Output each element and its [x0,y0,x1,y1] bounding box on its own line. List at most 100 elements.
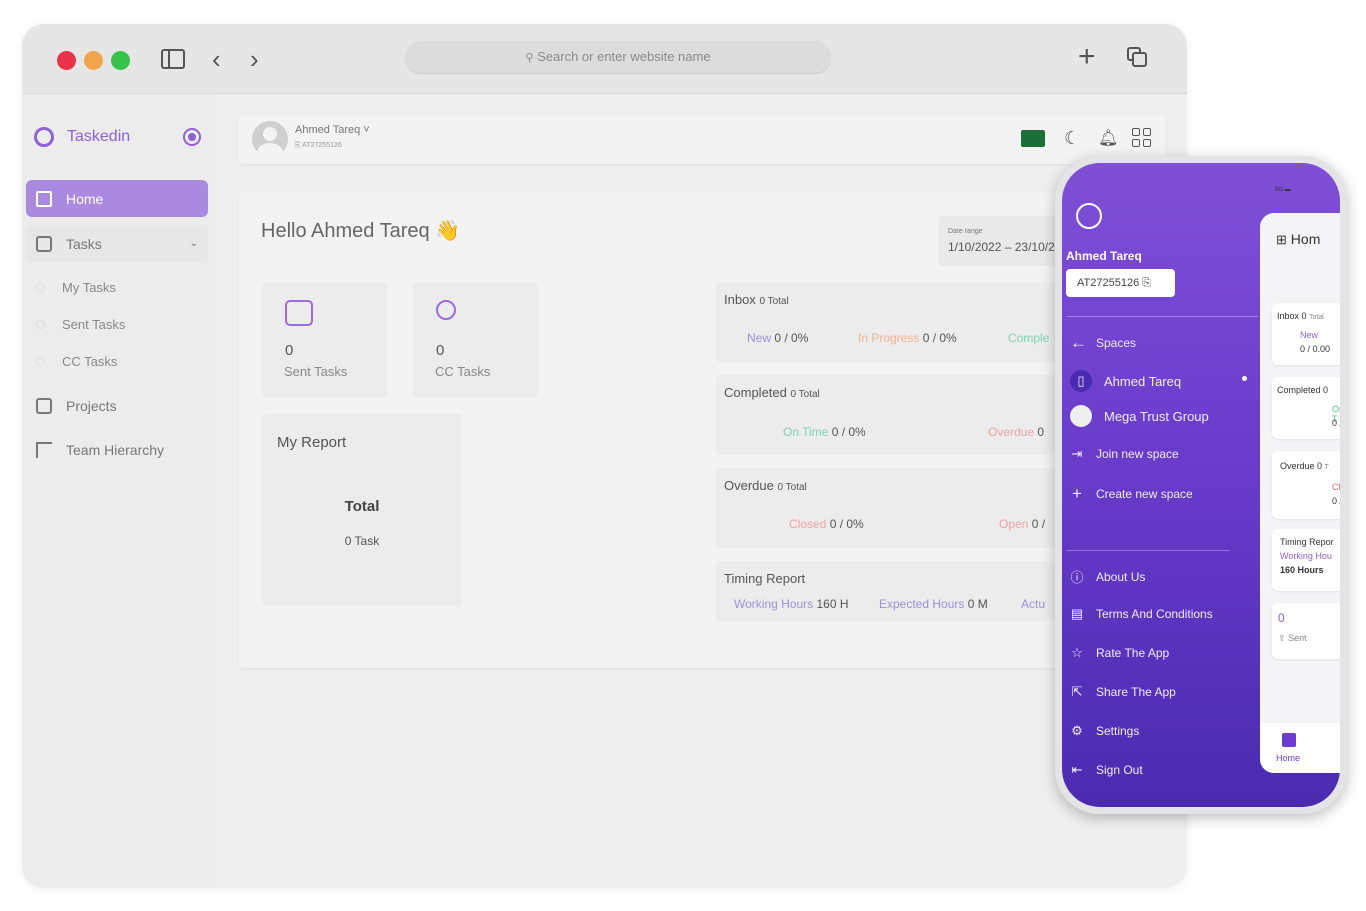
phone-home-panel: ⊞ Hom Inbox 0 Total New 0 / 0.00 Complet… [1260,213,1340,773]
cc-tasks-card[interactable]: 0 CC Tasks [413,282,538,398]
menu-settings[interactable]: ⚙ Settings [1070,723,1139,739]
copy-icon: ⎘ [1142,277,1152,289]
sidebar-subitem-label: CC Tasks [62,354,118,369]
sidebar-item-label: Tasks [66,235,102,252]
close-window-button[interactable] [57,51,76,70]
apps-grid-icon[interactable] [1132,128,1152,148]
cc-tasks-count: 0 [436,342,445,359]
menu-terms[interactable]: ▤ Terms And Conditions [1070,606,1213,622]
sidebar-subitem-my-tasks[interactable]: My Tasks [36,280,116,295]
collapse-sidebar-icon[interactable] [183,128,201,146]
create-space-button[interactable]: + Create new space [1070,484,1193,504]
document-icon: ▤ [1070,606,1084,621]
sent-tasks-label: Sent Tasks [284,364,348,379]
browser-toolbar: ‹ › ⚲ Search or enter website name + [22,24,1187,94]
phone-completed-card[interactable]: Completed 0 On T 0 / ( [1272,377,1340,439]
cc-tasks-label: CC Tasks [435,364,491,379]
sidebar-item-team-hierarchy[interactable]: Team Hierarchy [26,431,208,468]
completed-on-time: On Time 0 / 0% [783,425,866,439]
sidebar-subitem-cc-tasks[interactable]: CC Tasks [36,354,117,369]
inbox-title: Inbox 0 Total [724,292,789,307]
phone-inbox-card[interactable]: Inbox 0 Total New 0 / 0.00 [1272,303,1340,365]
logout-icon: ⇤ [1071,762,1083,777]
phone-user-code-badge[interactable]: AT27255126 ⎘ [1066,269,1175,297]
plus-icon: + [1072,484,1082,503]
greeting-title: Hello Ahmed Tareq 👋 [261,220,461,242]
tasks-icon [36,235,52,252]
phone-user-name: Ahmed Tareq [1066,249,1142,263]
avatar[interactable] [252,121,288,157]
sidebar-item-projects[interactable]: Projects [26,387,208,424]
join-space-button[interactable]: ⇥ Join new space [1070,446,1179,462]
divider [1066,550,1230,551]
phone-panel-title: ⊞ Hom [1276,231,1321,247]
outbox-icon: ⇪ [1278,633,1286,643]
timing-working-hours: Working Hours 160 H [734,597,849,611]
gear-icon: ⚙ [1071,723,1083,738]
sent-tasks-card[interactable]: 0 Sent Tasks [262,282,387,398]
address-bar-placeholder: Search or enter website name [537,49,711,64]
sidebar-toggle-icon[interactable] [161,49,185,69]
timing-actual-hours: Actu [1021,597,1046,611]
phone-bottom-nav: Home [1260,723,1340,773]
phone-sent-card[interactable]: 0 ⇪ Sent [1272,603,1340,659]
timing-expected-hours: Expected Hours 0 M [879,597,988,611]
minimize-window-button[interactable] [84,51,103,70]
home-dashboard-icon [36,190,52,207]
phone-nav-home-label[interactable]: Home [1276,753,1300,763]
sidebar-item-label: Projects [66,397,117,414]
report-total-value: 0 Task [344,534,380,548]
inbox-summary[interactable]: Inbox 0 Total New 0 / 0% In Progress 0 /… [716,282,1076,362]
user-profile-icon[interactable] [1076,203,1102,229]
menu-sign-out[interactable]: ⇤ Sign Out [1070,762,1143,778]
phone-overdue-card[interactable]: Overdue 0 T Clos 0 / ( [1272,451,1340,519]
divider [1066,316,1258,317]
my-report-card: My Report Total 0 Task [262,414,462,606]
selected-indicator [1242,376,1247,381]
arrow-left-icon: ← [1070,333,1087,352]
timing-title: Timing Report [724,571,806,586]
company-logo-icon [1070,405,1092,427]
phone-screen: ⊞ Hom Inbox 0 Total New 0 / 0.00 Complet… [1062,163,1340,807]
wave-icon: 👋 [435,220,461,242]
overdue-open: Open 0 / [999,517,1046,531]
user-menu[interactable]: Ahmed Tareq ˅ [295,124,370,136]
space-item-mega-trust[interactable]: Mega Trust Group [1070,405,1209,427]
sidebar-item-home[interactable]: Home [26,180,208,217]
maximize-window-button[interactable] [111,51,130,70]
date-range-label: Date range [948,228,983,235]
app-sidebar: Taskedin Home Tasks ⌄ My Tasks Sent Task… [22,94,216,888]
menu-share-app[interactable]: ⇱ Share The App [1070,684,1176,700]
language-flag-icon[interactable] [1021,130,1045,147]
outbox-icon [285,300,313,326]
space-item-ahmed[interactable]: ▯ Ahmed Tareq [1070,370,1247,392]
menu-rate-app[interactable]: ☆ Rate The App [1070,645,1169,661]
sidebar-subitem-label: Sent Tasks [62,317,126,332]
users-icon [436,300,456,320]
completed-summary[interactable]: Completed 0 Total On Time 0 / 0% Overdue… [716,375,1076,455]
inbox-in-progress: In Progress 0 / 0% [858,331,957,345]
overdue-summary[interactable]: Overdue 0 Total Closed 0 / 0% Open 0 / [716,468,1076,548]
dark-mode-icon[interactable]: ☾ [1064,128,1080,149]
menu-about-us[interactable]: ⓘ About Us [1070,567,1145,586]
new-tab-icon[interactable]: + [1078,42,1096,72]
inbox-new: New 0 / 0% [747,331,809,345]
sidebar-subitem-sent-tasks[interactable]: Sent Tasks [36,317,125,332]
sidebar-item-label: Home [66,190,104,207]
spaces-back-button[interactable]: ← Spaces [1070,333,1136,353]
info-icon: ⓘ [1070,570,1084,585]
forward-icon[interactable]: › [250,46,259,72]
phone-timing-card[interactable]: Timing Repor Working Hou 160 Hours [1272,529,1340,591]
tabs-overview-icon[interactable] [1127,47,1147,67]
browser-window: ‹ › ⚲ Search or enter website name + Tas… [22,24,1187,888]
sidebar-item-tasks[interactable]: Tasks ⌄ [26,225,208,262]
app-header: Ahmed Tareq ˅ ⎘ AT27255126 ☾ 🔔︎ [238,116,1166,164]
timing-report-summary[interactable]: Timing Report Working Hours 160 H Expect… [716,561,1076,621]
home-dashboard-icon[interactable] [1282,733,1296,747]
completed-overdue: Overdue 0 [988,425,1045,439]
date-range-value: 1/10/2022 – 23/10/2 [948,240,1055,254]
notifications-bell-icon[interactable]: 🔔︎ [1098,128,1118,148]
completed-title: Completed 0 Total [724,385,820,400]
back-icon[interactable]: ‹ [212,46,221,72]
address-bar[interactable]: ⚲ Search or enter website name [405,41,831,73]
